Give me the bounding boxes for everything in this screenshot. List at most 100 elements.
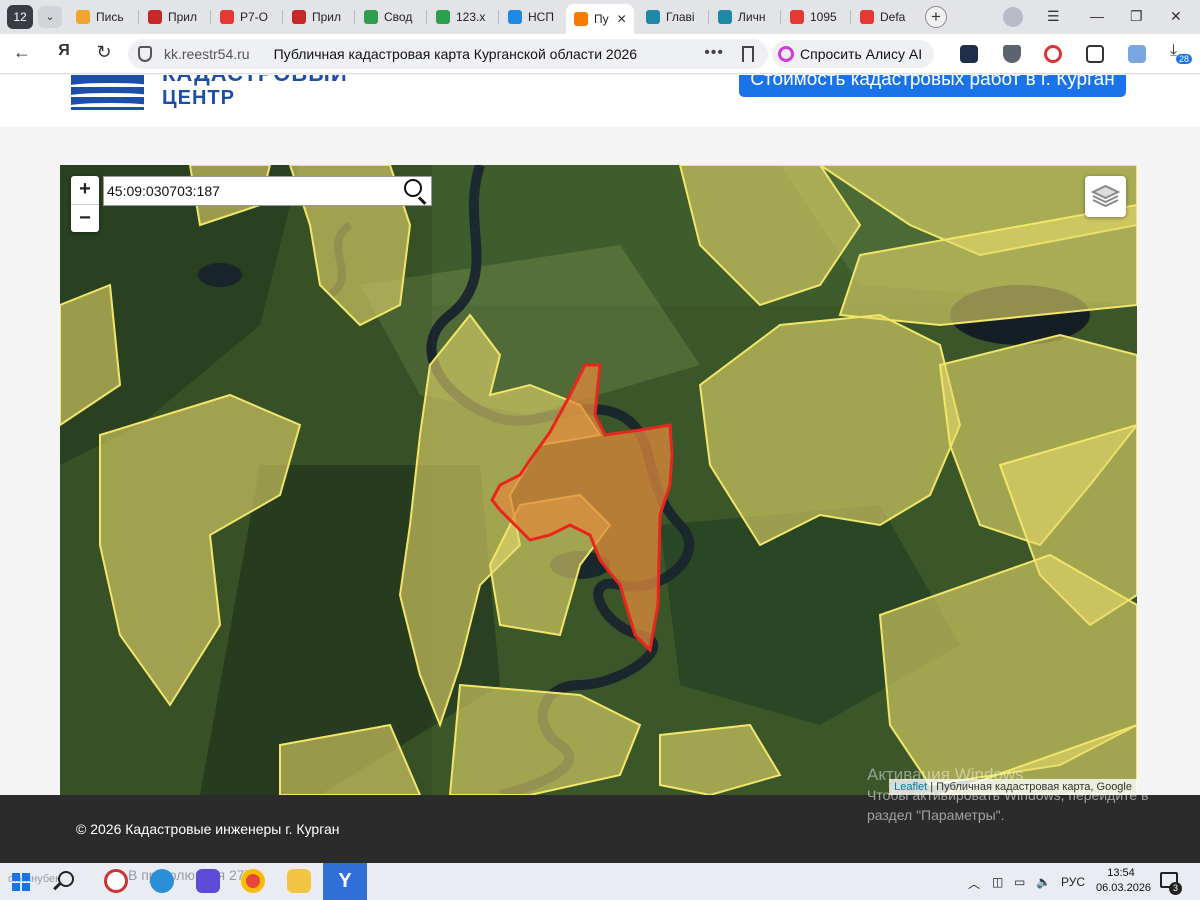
browser-tab[interactable]: Пись <box>68 4 136 30</box>
tab-separator <box>780 10 781 24</box>
downloads-badge: 28 <box>1176 54 1193 64</box>
tab-label: Пись <box>96 10 124 24</box>
tray-volume-icon[interactable]: 🔈 <box>1036 875 1051 889</box>
tab-separator <box>708 10 709 24</box>
taskbar-search-icon[interactable] <box>58 871 74 887</box>
tab-separator <box>354 10 355 24</box>
tab-separator <box>138 10 139 24</box>
tray-language[interactable]: РУС <box>1061 875 1085 889</box>
browser-tab[interactable]: Прил <box>284 4 352 30</box>
taskbar-clock[interactable]: 13:54 06.03.2026 <box>1096 866 1151 896</box>
tab-label: Р7-О <box>240 10 269 24</box>
file-explorer-icon[interactable] <box>287 869 311 893</box>
tab-label: Пу <box>594 12 609 26</box>
tab-favicon-icon <box>790 10 804 24</box>
new-tab-button[interactable]: + <box>925 6 947 28</box>
url-domain: kk.reestr54.ru <box>164 46 250 62</box>
satellite-map-layer[interactable] <box>60 165 1137 795</box>
site-security-shield-icon[interactable] <box>138 46 152 62</box>
logo-text-line2: ЦЕНТР <box>162 87 235 109</box>
browser-tab[interactable]: Личн <box>710 4 778 30</box>
more-dots-icon[interactable]: ••• <box>704 44 724 62</box>
zoom-in-button[interactable]: + <box>71 176 99 204</box>
browser-tab-strip: 12 ⌄ Пись Прил Р7-О Прил Свод 123.x НСП Пу ✕ Глав… <box>0 0 1200 34</box>
tab-label: Прил <box>168 10 198 24</box>
tab-label: Прил <box>312 10 342 24</box>
tab-favicon-icon <box>76 10 90 24</box>
browser-tab[interactable]: 123.x <box>428 4 496 30</box>
browser-tab[interactable]: Р7-О <box>212 4 280 30</box>
extension-target-icon[interactable] <box>1044 45 1062 63</box>
yandex-browser-taskbar-icon[interactable]: Y <box>323 863 367 900</box>
cadastral-map[interactable]: + − Leaflet | Публичная кадастровая карт… <box>60 165 1137 795</box>
back-arrow-icon[interactable]: ← <box>10 42 34 63</box>
ask-alice-button[interactable]: Спросить Алису AI <box>772 40 935 68</box>
browser-tab[interactable]: Прил <box>140 4 208 30</box>
tab-separator <box>282 10 283 24</box>
site-header: КАДАСТРОВЫЙ ЦЕНТР Стоимость кадастровых … <box>0 75 1200 127</box>
browser-menu-icon[interactable]: ☰ <box>1047 8 1060 25</box>
profile-icon[interactable] <box>1003 7 1023 27</box>
tab-favicon-icon <box>436 10 450 24</box>
close-window-icon[interactable]: ✕ <box>1170 8 1182 25</box>
logo-waves-icon[interactable] <box>71 75 144 110</box>
tray-chevron-up-icon[interactable]: ︿ <box>968 875 980 892</box>
zoom-out-button[interactable]: − <box>71 204 99 232</box>
tab-list-chevron-icon[interactable]: ⌄ <box>38 6 62 28</box>
browser-tab[interactable]: Пу ✕ <box>566 4 634 34</box>
zoom-control: + − <box>71 176 99 232</box>
yandex-home-icon[interactable]: Я <box>52 42 76 60</box>
windows-activation-watermark: Активация Windows Чтобы активировать Win… <box>867 765 1149 825</box>
minimize-icon[interactable]: — <box>1090 8 1104 24</box>
restore-icon[interactable]: ❐ <box>1130 8 1143 25</box>
layers-icon[interactable] <box>1085 176 1126 217</box>
browser-tab[interactable]: Defa <box>852 4 920 30</box>
browser-tab[interactable]: 1095 <box>782 4 850 30</box>
start-windows-icon[interactable] <box>12 873 30 891</box>
url-field[interactable]: kk.reestr54.ru Публичная кадастровая кар… <box>128 39 768 69</box>
site-footer: © 2026 Кадастровые инженеры г. Курган Ак… <box>0 765 1200 863</box>
tab-favicon-icon <box>508 10 522 24</box>
close-tab-icon[interactable]: ✕ <box>617 12 627 26</box>
browser-tab[interactable]: Главі <box>638 4 706 30</box>
chrome-browser-icon[interactable] <box>241 869 265 893</box>
address-bar: ← Я ↻ kk.reestr54.ru Публичная кадастров… <box>0 34 1200 74</box>
tab-label: 1095 <box>810 10 837 24</box>
search-icon[interactable] <box>401 176 431 206</box>
extension-puzzle-icon[interactable] <box>1086 45 1104 63</box>
watermark-line3: раздел "Параметры". <box>867 807 1005 823</box>
tab-separator <box>426 10 427 24</box>
tab-label: Defa <box>880 10 906 24</box>
tab-separator <box>210 10 211 24</box>
edge-browser-icon[interactable] <box>150 869 174 893</box>
tab-count-badge[interactable]: 12 <box>7 5 33 29</box>
notifications-badge: 3 <box>1169 882 1182 895</box>
tab-favicon-icon <box>148 10 162 24</box>
cadastral-number-input[interactable] <box>104 183 401 199</box>
browser-tab[interactable]: НСП <box>500 4 568 30</box>
ask-alice-label: Спросить Алису AI <box>800 46 923 62</box>
messenger-app-icon[interactable] <box>196 869 220 893</box>
watermark-title: Активация Windows <box>867 765 1024 784</box>
extension-kk-icon[interactable] <box>960 45 978 63</box>
browser-tab[interactable]: Свод <box>356 4 424 30</box>
cadastral-search-box <box>103 176 432 206</box>
tab-favicon-icon <box>718 10 732 24</box>
tab-separator <box>498 10 499 24</box>
taskbar-app-c-icon[interactable] <box>104 869 128 893</box>
tab-favicon-icon <box>574 12 588 26</box>
extension-translate-icon[interactable] <box>1128 45 1146 63</box>
alice-icon <box>778 46 794 62</box>
tab-label: Личн <box>738 10 766 24</box>
tab-favicon-icon <box>860 10 874 24</box>
tray-meet-icon[interactable]: ◫ <box>992 875 1003 889</box>
tab-label: НСП <box>528 10 554 24</box>
tab-favicon-icon <box>364 10 378 24</box>
tray-network-icon[interactable]: ▭ <box>1014 875 1025 889</box>
bookmark-icon[interactable] <box>742 46 754 62</box>
cadastral-works-price-button[interactable]: Стоимость кадастровых работ в г. Курган <box>739 75 1126 97</box>
tab-label: Свод <box>384 10 413 24</box>
reload-icon[interactable]: ↻ <box>92 42 116 63</box>
extension-shield-icon[interactable] <box>1003 45 1021 63</box>
logo-text-line1: КАДАСТРОВЫЙ <box>162 75 348 87</box>
